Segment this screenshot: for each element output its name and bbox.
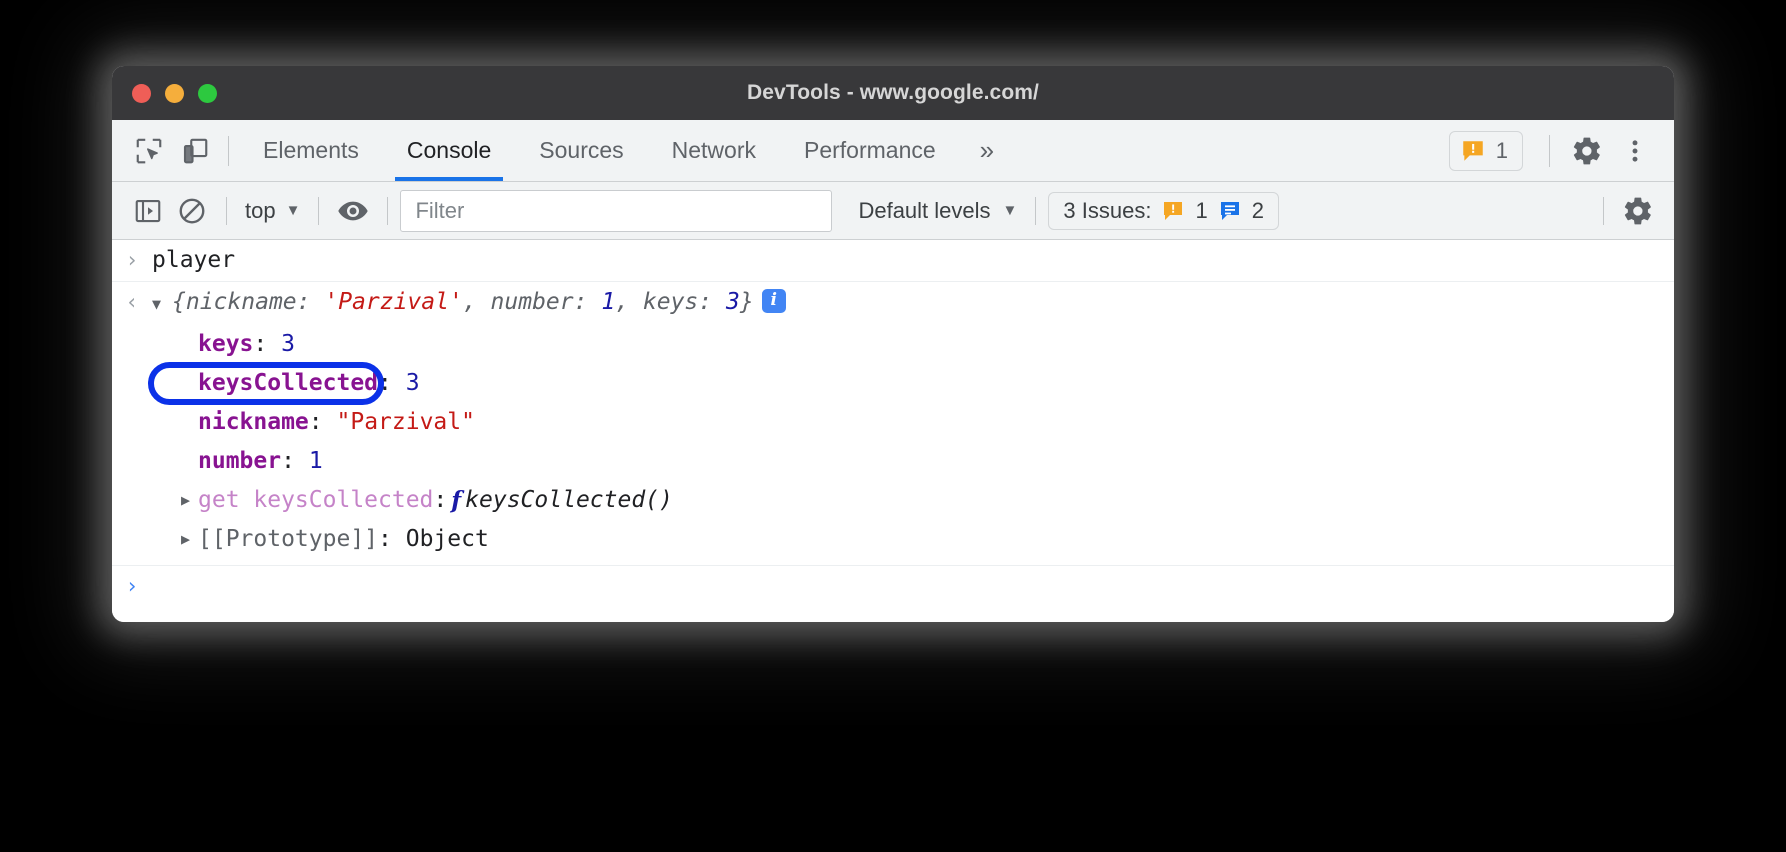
clear-console-icon[interactable] <box>170 189 214 233</box>
preview-punct: : <box>297 289 325 315</box>
minimize-window-button[interactable] <box>165 84 184 103</box>
log-levels-selector[interactable]: Default levels ▼ <box>852 198 1023 224</box>
console-sidebar-icon[interactable] <box>126 189 170 233</box>
preview-value-number: 1 <box>601 289 615 315</box>
toolbar-divider <box>1035 197 1036 225</box>
property-colon: : <box>281 444 295 479</box>
devtools-tab-bar: Elements Console Sources Network Perform… <box>112 120 1674 182</box>
tab-network[interactable]: Network <box>648 120 780 181</box>
console-toolbar: top ▼ Filter Default levels ▼ 3 Issues: <box>112 182 1674 240</box>
console-prompt-row[interactable]: › <box>112 565 1674 607</box>
chevron-down-icon: ▼ <box>1003 202 1018 219</box>
property-colon: : <box>309 405 323 440</box>
property-name: [[Prototype]] <box>198 522 378 557</box>
live-expression-icon[interactable] <box>331 189 375 233</box>
console-result-row: ‹ ▼{nickname: 'Parzival', number: 1, key… <box>112 282 1674 325</box>
issues-warning-count: 1 <box>1195 198 1207 224</box>
more-tabs-icon[interactable]: » <box>960 135 1010 166</box>
preview-punct: : <box>698 289 726 315</box>
preview-key-keys: keys <box>643 289 698 315</box>
preview-value-keys: 3 <box>726 289 740 315</box>
issues-info-count: 2 <box>1252 198 1264 224</box>
expand-object-toggle[interactable]: ▼ <box>152 286 172 323</box>
property-row-nickname[interactable]: nickname: "Parzival" <box>112 403 1674 442</box>
info-message-icon <box>1218 199 1242 223</box>
property-colon: : <box>378 522 392 557</box>
result-arrow-icon: ‹ <box>112 284 152 321</box>
property-value: "Parzival" <box>337 405 475 440</box>
property-name: nickname <box>198 405 309 440</box>
property-value: 3 <box>406 366 420 401</box>
device-toolbar-icon[interactable] <box>172 128 218 174</box>
tab-elements[interactable]: Elements <box>239 120 383 181</box>
property-name: keysCollected <box>198 366 378 401</box>
execution-context-label: top <box>245 198 276 224</box>
prompt-caret-icon: › <box>112 568 152 605</box>
title-bar: DevTools - www.google.com/ <box>112 66 1674 120</box>
gear-icon[interactable] <box>1564 128 1610 174</box>
function-marker: f <box>447 483 465 518</box>
kebab-menu-icon[interactable] <box>1612 128 1658 174</box>
log-levels-label: Default levels <box>858 198 990 224</box>
filter-input[interactable]: Filter <box>400 190 832 232</box>
preview-value-nickname: 'Parzival' <box>324 289 462 315</box>
chevron-down-icon: ▼ <box>286 202 301 219</box>
expand-prototype-toggle[interactable]: ▶ <box>152 522 198 557</box>
inspect-element-icon[interactable] <box>126 128 172 174</box>
issues-counter-button[interactable]: 3 Issues: 1 2 <box>1048 192 1279 230</box>
preview-punct: : <box>574 289 602 315</box>
property-colon: : <box>378 366 392 401</box>
devtools-window: DevTools - www.google.com/ Elements Cons… <box>112 66 1674 622</box>
warning-count: 1 <box>1496 138 1508 164</box>
warning-count-badge[interactable]: 1 <box>1449 131 1523 171</box>
tab-sources[interactable]: Sources <box>515 120 647 181</box>
toolbar-divider <box>318 197 319 225</box>
tab-performance[interactable]: Performance <box>780 120 960 181</box>
property-row-keysCollected[interactable]: keysCollected: 3 <box>112 364 1674 403</box>
tab-console[interactable]: Console <box>383 120 515 181</box>
toolbar-divider <box>387 197 388 225</box>
property-name: keys <box>198 327 253 362</box>
warning-icon <box>1161 199 1185 223</box>
execution-context-selector[interactable]: top ▼ <box>239 198 306 224</box>
object-preview-close: } <box>740 289 754 315</box>
property-value: keysCollected() <box>465 483 673 518</box>
property-value: Object <box>406 522 489 557</box>
property-colon: : <box>433 483 447 518</box>
property-name: get keysCollected <box>198 483 433 518</box>
console-input-echo-row: › player <box>112 240 1674 282</box>
issues-label: 3 Issues: <box>1063 198 1151 224</box>
close-window-button[interactable] <box>132 84 151 103</box>
info-icon[interactable]: i <box>762 289 786 313</box>
property-row-get-keysCollected[interactable]: ▶get keysCollected:fkeysCollected() <box>112 481 1674 520</box>
preview-key-nickname: nickname <box>186 289 297 315</box>
maximize-window-button[interactable] <box>198 84 217 103</box>
property-row-number[interactable]: number: 1 <box>112 442 1674 481</box>
property-value: 1 <box>309 444 323 479</box>
console-input-echo-text: player <box>152 242 235 279</box>
property-row-keys[interactable]: keys: 3 <box>112 325 1674 364</box>
property-value: 3 <box>281 327 295 362</box>
property-name: number <box>198 444 281 479</box>
preview-punct: , <box>615 289 643 315</box>
window-title: DevTools - www.google.com/ <box>112 81 1674 105</box>
console-output-area[interactable]: › player ‹ ▼{nickname: 'Parzival', numbe… <box>112 240 1674 622</box>
expand-getter-toggle[interactable]: ▶ <box>152 483 198 518</box>
prompt-caret-icon: › <box>112 242 152 279</box>
toolbar-divider <box>228 136 229 166</box>
property-row-prototype[interactable]: ▶[[Prototype]]: Object <box>112 520 1674 559</box>
property-colon: : <box>253 327 267 362</box>
toolbar-divider <box>226 197 227 225</box>
toolbar-divider <box>1603 197 1604 225</box>
preview-punct: , <box>463 289 491 315</box>
window-controls <box>132 84 217 103</box>
warning-icon <box>1460 138 1486 164</box>
object-preview: ▼{nickname: 'Parzival', number: 1, keys:… <box>152 284 786 323</box>
preview-key-number: number <box>491 289 574 315</box>
object-preview-open: { <box>172 289 186 315</box>
console-settings-gear-icon[interactable] <box>1616 189 1660 233</box>
toolbar-divider <box>1549 135 1550 167</box>
